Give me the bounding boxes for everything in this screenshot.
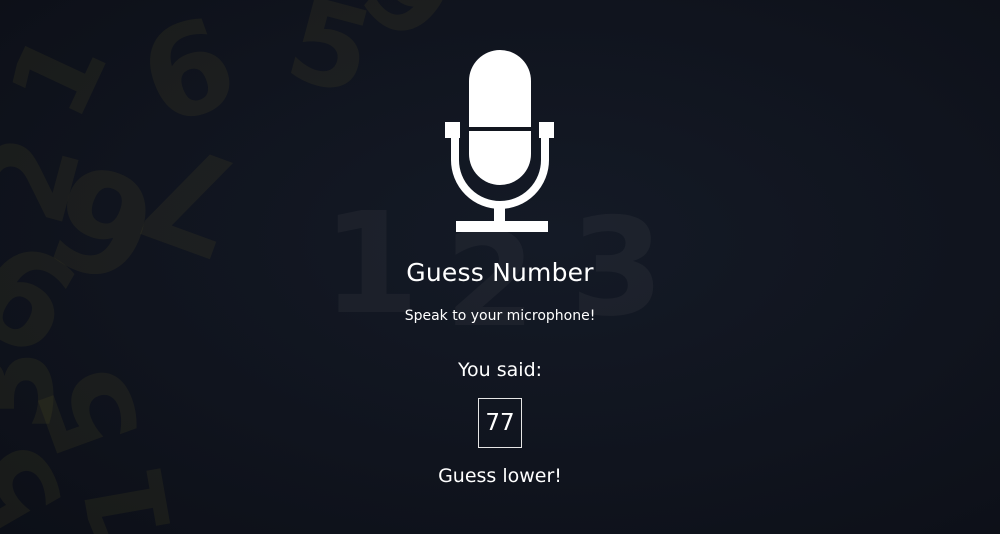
game-panel: Guess Number Speak to your microphone! Y… (0, 0, 1000, 534)
instruction-text: Speak to your microphone! (404, 308, 596, 324)
microphone-icon (445, 50, 554, 232)
you-said-label: You said: (457, 359, 543, 381)
spoken-number-box: 77 (478, 398, 522, 448)
app-page: { "app": { "title": "Guess Number", "ins… (0, 0, 1000, 534)
feedback-message: Guess lower! (438, 465, 562, 487)
app-title: Guess Number (406, 258, 594, 287)
